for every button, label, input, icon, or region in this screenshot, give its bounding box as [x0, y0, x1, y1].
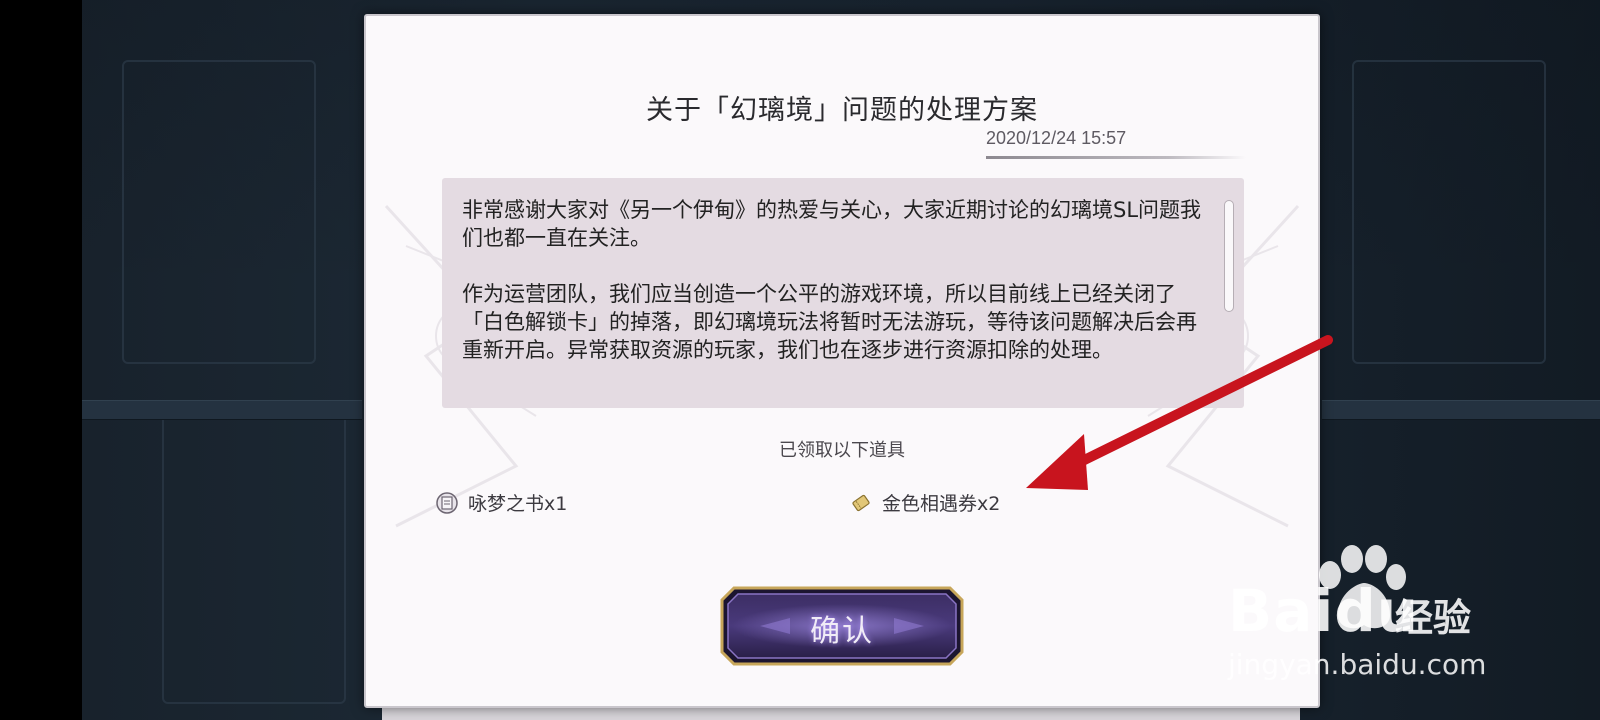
- bg-panel: [1352, 60, 1546, 364]
- timestamp-underline: [986, 156, 1246, 159]
- bg-rail: [82, 400, 362, 420]
- gold-ticket-icon: [852, 494, 870, 511]
- baidu-jingyan-watermark: Baidu 经验 jingyan.baidu.com: [1220, 545, 1520, 695]
- confirm-button[interactable]: 确认: [720, 586, 964, 666]
- announcement-timestamp: 2020/12/24 15:57: [986, 128, 1127, 148]
- bg-rail: [1322, 400, 1600, 420]
- watermark-brand: Baidu: [1228, 577, 1420, 645]
- reward-name: 咏梦之书x1: [468, 493, 568, 515]
- left-black-bar: [0, 0, 82, 720]
- red-annotation-arrow: [1026, 335, 1333, 490]
- confirm-button-label: 确认: [810, 614, 874, 649]
- reward-item: 金色相遇券x2: [850, 489, 1000, 516]
- bg-panel: [122, 60, 316, 364]
- dialog-title: 关于「幻璃境」问题的处理方案: [646, 95, 1038, 126]
- paragraph: 非常感谢大家对《另一个伊甸》的热爱与关心，大家近期讨论的幻璃境SL问题我们也都一…: [462, 198, 1202, 250]
- reward-name: 金色相遇券x2: [882, 493, 1001, 515]
- watermark-brand-cn: 经验: [1395, 596, 1472, 640]
- book-icon: [436, 491, 458, 514]
- scrollbar-thumb[interactable]: [1224, 200, 1234, 312]
- watermark-url: jingyan.baidu.com: [1228, 648, 1487, 681]
- reward-item: 咏梦之书x1: [436, 489, 567, 516]
- bg-panel: [162, 400, 346, 704]
